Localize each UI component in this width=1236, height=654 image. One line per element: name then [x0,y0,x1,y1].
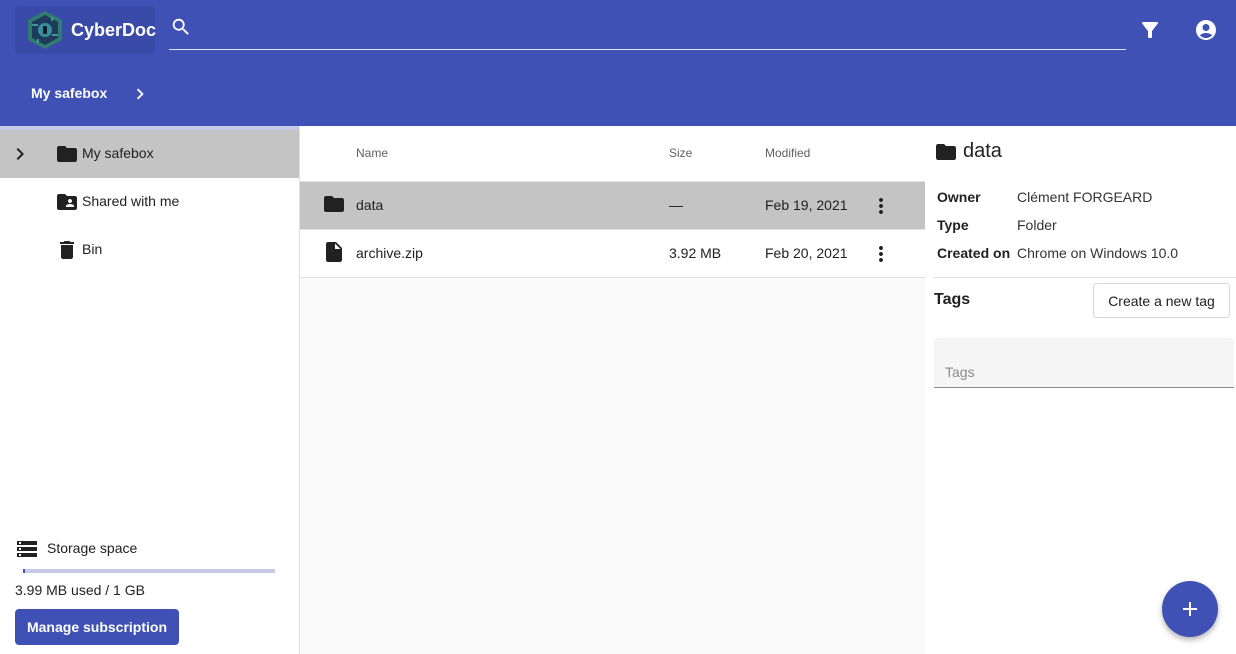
storage-icon [17,541,37,557]
plus-icon [1183,602,1197,616]
trash-icon [60,241,74,259]
file-icon [326,242,342,262]
file-list: Name Size Modified data — Feb 19, 2021 a… [300,126,925,654]
top-app-bar: CyberDoc My safebox [0,0,1236,126]
more-vert-icon[interactable] [869,194,893,218]
sidebar-item-shared-with-me[interactable]: Shared with me [0,178,299,226]
folder-shared-icon [57,194,77,210]
sidebar-item-label: Bin [82,241,103,257]
storage-used-text: 3.99 MB used / 1 GB [15,582,145,598]
sidebar: My safebox Shared with me Bin Storage sp… [0,126,300,654]
file-name: data [356,197,384,213]
more-vert-icon[interactable] [869,242,893,266]
table-row[interactable]: data — Feb 19, 2021 [300,182,925,230]
column-header-size[interactable]: Size [669,146,692,160]
details-created-value: Chrome on Windows 10.0 [1017,245,1179,261]
tags-input[interactable] [934,338,1234,388]
table-header: Name Size Modified [300,126,925,182]
details-title: data [963,140,1002,162]
search-input[interactable] [169,8,1126,50]
sidebar-item-bin[interactable]: Bin [0,226,299,274]
manage-subscription-button[interactable]: Manage subscription [15,609,179,645]
file-name: archive.zip [356,245,423,261]
details-type-value: Folder [1017,217,1057,233]
breadcrumb-my-safebox[interactable]: My safebox [31,85,107,101]
details-owner-value: Clément FORGEARD [1017,189,1153,205]
file-modified: Feb 19, 2021 [765,197,848,213]
storage-progress-bar [23,569,275,573]
details-owner-label: Owner [937,189,981,205]
details-type-label: Type [937,217,969,233]
folder-icon [936,144,956,160]
filter-icon[interactable] [1138,18,1162,42]
cyberdoc-logo-icon [28,11,62,49]
table-row[interactable]: archive.zip 3.92 MB Feb 20, 2021 [300,230,925,278]
create-tag-button[interactable]: Create a new tag [1093,283,1230,318]
file-modified: Feb 20, 2021 [765,245,848,261]
chevron-right-icon[interactable] [8,142,32,166]
sidebar-item-my-safebox[interactable]: My safebox [0,130,299,178]
storage-label: Storage space [47,540,138,556]
account-circle-icon[interactable] [1194,18,1218,42]
file-size: — [669,197,683,213]
details-panel: data Owner Clément FORGEARD Type Folder … [926,126,1236,654]
chevron-right-icon [136,88,144,100]
tags-heading: Tags [934,291,971,308]
add-button[interactable] [1162,581,1218,637]
sidebar-item-label: Shared with me [82,193,180,209]
details-divider [934,277,1236,278]
storage-progress-fill [23,569,26,573]
column-header-name[interactable]: Name [356,146,388,160]
app-logo[interactable]: CyberDoc [15,6,157,54]
app-name: CyberDoc [71,20,157,40]
folder-icon [57,146,77,162]
folder-icon [324,196,344,212]
details-created-label: Created on [937,245,1011,261]
file-size: 3.92 MB [669,245,722,261]
sidebar-item-label: My safebox [82,145,154,161]
column-header-modified[interactable]: Modified [765,146,810,160]
